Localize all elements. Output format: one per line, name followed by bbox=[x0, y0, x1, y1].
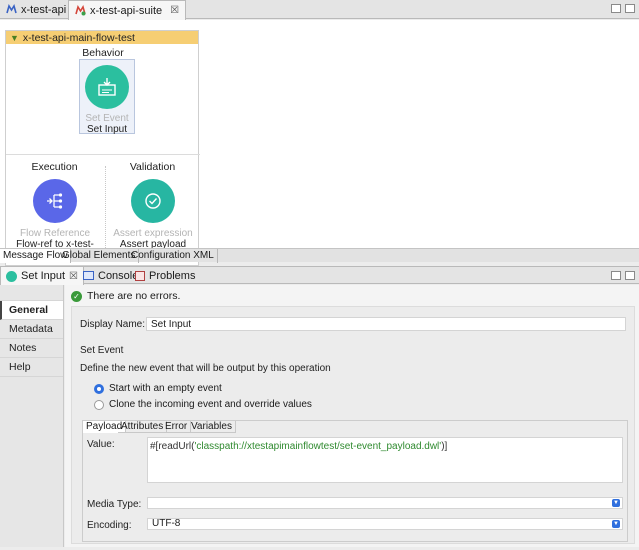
flow-header[interactable]: ▼ x-test-api-main-flow-test bbox=[6, 31, 198, 44]
section-divider bbox=[6, 154, 200, 155]
expression-suffix: )] bbox=[441, 441, 448, 452]
sidebar-item-general[interactable]: General bbox=[0, 301, 63, 320]
display-name-label: Display Name: bbox=[80, 319, 146, 330]
tab-label: Set Input bbox=[21, 270, 66, 282]
editor-tab-label: x-test-api-suite bbox=[90, 4, 163, 17]
collapse-triangle-icon[interactable]: ▼ bbox=[10, 33, 19, 43]
display-name-input[interactable]: Set Input bbox=[146, 317, 626, 331]
tab-label: Problems bbox=[149, 269, 196, 282]
radio-clone-incoming[interactable]: Clone the incoming event and override va… bbox=[94, 399, 312, 410]
radio-label: Start with an empty event bbox=[109, 383, 222, 394]
close-icon[interactable]: ☒ bbox=[170, 5, 179, 16]
canvas-view-tabs: Message Flow Global Elements Configurati… bbox=[0, 248, 639, 263]
expression-prefix: #[readUrl( bbox=[150, 441, 195, 452]
sidebar-item-help[interactable]: Help bbox=[0, 358, 63, 377]
munit-test-flow[interactable]: ▼ x-test-api-main-flow-test Behavior Set… bbox=[5, 30, 200, 266]
chevron-down-icon[interactable]: ▼ bbox=[612, 520, 620, 528]
set-event-small-icon bbox=[6, 270, 17, 282]
flow-title: x-test-api-main-flow-test bbox=[22, 31, 135, 44]
properties-sidebar: General Metadata Notes Help bbox=[0, 285, 64, 547]
validation-status: ✓ There are no errors. bbox=[71, 290, 180, 302]
component-type-label: Set Event bbox=[85, 113, 129, 124]
set-event-component[interactable]: Set Event Set Input bbox=[79, 65, 135, 135]
tab-attributes[interactable]: Attributes bbox=[118, 421, 168, 433]
tab-problems[interactable]: Problems bbox=[130, 267, 200, 284]
section-title: Set Event bbox=[80, 345, 124, 356]
event-tabs-panel: Payload Attributes Error Variables Value… bbox=[82, 420, 628, 542]
media-type-label: Media Type: bbox=[87, 499, 142, 510]
flow-reference-icon bbox=[33, 179, 77, 223]
close-icon[interactable]: ☒ bbox=[69, 271, 78, 282]
minimize-icon[interactable] bbox=[611, 4, 621, 13]
execution-label: Execution bbox=[31, 161, 78, 173]
media-type-select[interactable]: ▼ bbox=[147, 497, 623, 509]
radio-label: Clone the incoming event and override va… bbox=[109, 399, 312, 410]
radio-button-selected[interactable] bbox=[94, 383, 104, 394]
munit-file-icon bbox=[75, 5, 86, 16]
value-label: Value: bbox=[87, 439, 115, 450]
sidebar-spacer bbox=[0, 285, 63, 301]
assert-expression-component[interactable]: Assert expression Assert payload bbox=[109, 179, 197, 250]
encoding-select[interactable]: UTF-8 ▼ bbox=[147, 518, 623, 530]
component-type-label: Assert expression bbox=[113, 228, 193, 239]
behavior-label: Behavior bbox=[82, 47, 124, 59]
properties-view-tabs: Set Input ☒ Console Problems bbox=[0, 266, 639, 285]
component-type-label: Flow Reference bbox=[19, 228, 91, 239]
editor-tab-label: x-test-api bbox=[21, 3, 67, 16]
radio-start-empty[interactable]: Start with an empty event bbox=[94, 383, 222, 394]
status-text: There are no errors. bbox=[87, 290, 181, 302]
value-expression-editor[interactable]: #[readUrl('classpath://xtestapimainflowt… bbox=[147, 437, 623, 483]
encoding-label: Encoding: bbox=[87, 520, 132, 531]
validation-label: Validation bbox=[129, 161, 176, 173]
section-description: Define the new event that will be output… bbox=[80, 363, 331, 374]
editor-tab-x-test-api[interactable]: x-test-api bbox=[0, 0, 72, 19]
assert-expression-icon bbox=[131, 179, 175, 223]
sidebar-item-metadata[interactable]: Metadata bbox=[0, 320, 63, 339]
radio-button[interactable] bbox=[94, 399, 104, 410]
problems-icon bbox=[135, 270, 145, 281]
console-icon bbox=[83, 271, 94, 280]
expression-string: 'classpath://xtestapimainflowtest/set-ev… bbox=[194, 441, 442, 452]
maximize-icon[interactable] bbox=[625, 271, 635, 280]
minimize-icon[interactable] bbox=[611, 271, 621, 280]
mule-file-icon bbox=[6, 4, 17, 14]
chevron-down-icon[interactable]: ▼ bbox=[612, 499, 620, 507]
properties-panel: ✓ There are no errors. Display Name: Set… bbox=[65, 285, 639, 547]
tab-configuration-xml[interactable]: Configuration XML bbox=[128, 249, 218, 263]
tab-variables[interactable]: Variables bbox=[188, 421, 236, 433]
flow-canvas[interactable]: ▼ x-test-api-main-flow-test Behavior Set… bbox=[0, 20, 639, 266]
tab-error[interactable]: Error bbox=[162, 421, 192, 433]
general-form: Display Name: Set Input Set Event Define… bbox=[71, 306, 635, 544]
select-value: UTF-8 bbox=[152, 518, 181, 529]
editor-tab-bar: x-test-api x-test-api-suite ☒ bbox=[0, 0, 639, 20]
maximize-icon[interactable] bbox=[625, 4, 635, 13]
component-name: Set Input bbox=[86, 124, 128, 135]
sidebar-item-notes[interactable]: Notes bbox=[0, 339, 63, 358]
set-event-icon bbox=[85, 65, 129, 109]
check-circle-icon: ✓ bbox=[71, 290, 82, 302]
tab-set-input[interactable]: Set Input ☒ bbox=[0, 267, 85, 285]
editor-tab-x-test-api-suite[interactable]: x-test-api-suite ☒ bbox=[68, 0, 187, 20]
